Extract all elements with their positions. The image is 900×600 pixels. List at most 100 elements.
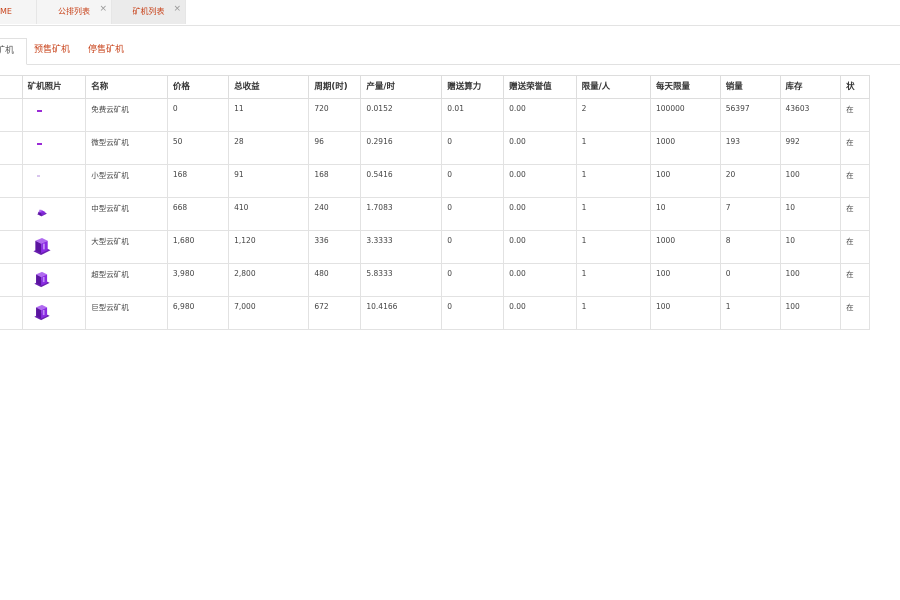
subtab-miners[interactable]: 矿机 xyxy=(0,38,27,65)
miner-total-revenue: 28 xyxy=(228,131,310,165)
close-icon[interactable]: × xyxy=(99,0,107,19)
row-select-cell xyxy=(0,131,23,165)
miner-stock: 10 xyxy=(779,197,842,231)
miner-output: 0.5416 xyxy=(360,164,443,198)
column-header-daily-limit: 每天限量 xyxy=(650,75,721,99)
miner-name: 免费云矿机 xyxy=(85,98,168,132)
miner-daily-limit: 1000 xyxy=(650,131,721,165)
miner-sales: 56397 xyxy=(719,98,781,132)
column-header-image: 矿机照片 xyxy=(21,75,87,99)
column-header-total-revenue: 总收益 xyxy=(228,75,310,99)
miner-image xyxy=(36,110,42,112)
subtab-label: 预售矿机 xyxy=(34,45,71,55)
miner-bonus-power: 0 xyxy=(441,164,505,198)
close-icon[interactable]: × xyxy=(173,0,181,19)
table-row: 大型云矿机 1,680 1,120 336 3.3333 0 0.00 1 1000 8 10 在 xyxy=(0,230,870,264)
miner-stock: 100 xyxy=(779,164,842,198)
table-row: 微型云矿机 50 28 96 0.2916 0 0.00 1 1000 193 992 在 xyxy=(0,131,870,165)
miner-image-cell xyxy=(21,98,87,132)
miner-daily-limit: 100 xyxy=(650,164,721,198)
miner-image-cell xyxy=(21,164,87,198)
row-select-cell xyxy=(0,263,23,297)
miner-sales: 193 xyxy=(719,131,781,165)
column-header-stock: 库存 xyxy=(779,75,842,99)
miner-status: 在 xyxy=(840,296,870,330)
table-row: 免费云矿机 0 11 720 0.0152 0.01 0.00 2 100000 56397 436… xyxy=(0,98,870,132)
miner-image-cell xyxy=(21,197,87,231)
miner-stock: 43603 xyxy=(779,98,842,132)
miner-output: 0.2916 xyxy=(360,131,443,165)
miner-bonus-power: 0 xyxy=(441,296,505,330)
miner-status: 在 xyxy=(840,98,870,132)
miner-sales: 1 xyxy=(719,296,781,330)
miner-cycle: 720 xyxy=(308,98,362,132)
miner-output: 3.3333 xyxy=(360,230,443,264)
miner-output: 0.0152 xyxy=(360,98,443,132)
column-header-status: 状 xyxy=(840,75,870,99)
table-row: 超型云矿机 3,980 2,800 480 5.8333 0 0.00 1 100 0 100 在 xyxy=(0,263,870,297)
miner-bonus-honor: 0.00 xyxy=(503,98,577,132)
miner-status: 在 xyxy=(840,164,870,198)
table-row: 巨型云矿机 6,980 7,000 672 10.4166 0 0.00 1 100 1 100 在 xyxy=(0,296,870,330)
miner-bonus-power: 0 xyxy=(441,230,505,264)
miner-limit: 1 xyxy=(575,197,652,231)
miner-bonus-power: 0 xyxy=(441,131,505,165)
row-select-cell xyxy=(0,230,23,264)
miner-limit: 2 xyxy=(575,98,652,132)
tab-bar-empty xyxy=(186,0,900,24)
miner-image xyxy=(34,304,50,321)
miner-bonus-power: 0 xyxy=(441,263,505,297)
miner-sales: 0 xyxy=(719,263,781,297)
table-row: 中型云矿机 668 410 240 1.7083 0 0.00 1 10 7 10 在 xyxy=(0,197,870,231)
miner-daily-limit: 10 xyxy=(650,197,721,231)
tab-label: 公排列表 xyxy=(58,7,90,16)
miner-price: 3,980 xyxy=(166,263,230,297)
subtab-presale-miners[interactable]: 预售矿机 xyxy=(34,38,70,63)
tab-public-queue-list[interactable]: 公排列表 × xyxy=(37,0,112,24)
miner-name: 中型云矿机 xyxy=(85,197,168,231)
miner-bonus-honor: 0.00 xyxy=(503,131,577,165)
miner-limit: 1 xyxy=(575,296,652,330)
miner-bonus-honor: 0.00 xyxy=(503,296,577,330)
miner-stock: 100 xyxy=(779,296,842,330)
miner-daily-limit: 1000 xyxy=(650,230,721,264)
miner-image-cell xyxy=(21,131,87,165)
miner-price: 6,980 xyxy=(166,296,230,330)
miner-limit: 1 xyxy=(575,164,652,198)
miner-total-revenue: 2,800 xyxy=(228,263,310,297)
column-header-limit-per-user: 限量/人 xyxy=(575,75,652,99)
tab-label: ME xyxy=(0,7,12,16)
miner-status: 在 xyxy=(840,197,870,231)
miner-price: 0 xyxy=(166,98,230,132)
column-header-sales: 销量 xyxy=(719,75,781,99)
miner-image xyxy=(36,175,40,177)
sub-tab-bar: 矿机 预售矿机 停售矿机 xyxy=(0,38,900,65)
miner-output: 5.8333 xyxy=(360,263,443,297)
miner-image-cell xyxy=(21,263,87,297)
tab-home[interactable]: ME xyxy=(0,0,37,24)
subtab-discontinued-miners[interactable]: 停售矿机 xyxy=(88,38,124,63)
miner-sales: 7 xyxy=(719,197,781,231)
row-select-cell xyxy=(0,98,23,132)
row-select-cell xyxy=(0,197,23,231)
miner-stock: 10 xyxy=(779,230,842,264)
miner-daily-limit: 100000 xyxy=(650,98,721,132)
miner-bonus-power: 0.01 xyxy=(441,98,505,132)
miner-name: 微型云矿机 xyxy=(85,131,168,165)
tab-miner-list[interactable]: 矿机列表 × xyxy=(112,0,186,24)
table-row: 小型云矿机 168 91 168 0.5416 0 0.00 1 100 20 100 在 xyxy=(0,164,870,198)
miner-price: 668 xyxy=(166,197,230,231)
column-header-output: 产量/时 xyxy=(360,75,443,99)
miner-cycle: 168 xyxy=(308,164,362,198)
miner-image-cell xyxy=(21,296,87,330)
table-header-row: 矿机照片 名称 价格 总收益 周期(时) 产量/时 赠送算力 赠送荣誉值 限量/… xyxy=(0,75,870,99)
miner-limit: 1 xyxy=(575,263,652,297)
miner-image xyxy=(36,209,47,217)
miner-bonus-honor: 0.00 xyxy=(503,263,577,297)
miner-image-cell xyxy=(21,230,87,264)
miner-cycle: 96 xyxy=(308,131,362,165)
miner-status: 在 xyxy=(840,263,870,297)
miner-total-revenue: 11 xyxy=(228,98,310,132)
miner-image xyxy=(34,271,50,288)
miner-price: 50 xyxy=(166,131,230,165)
